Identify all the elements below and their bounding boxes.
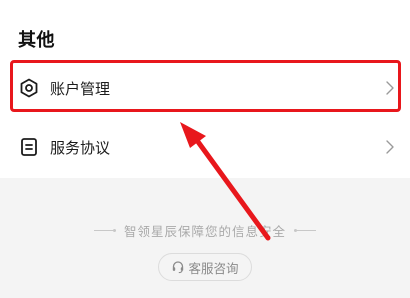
account-management-item[interactable]: 账户管理 <box>0 61 410 115</box>
document-icon <box>21 138 37 156</box>
section-title: 其他 <box>18 30 55 51</box>
decorative-dash <box>294 229 316 232</box>
decorative-dash <box>93 229 116 232</box>
chevron-right-icon <box>386 140 394 154</box>
service-agreement-item[interactable]: 服务协议 <box>0 120 410 174</box>
service-agreement-label: 服务协议 <box>50 138 111 157</box>
customer-service-button[interactable]: 客服咨询 <box>158 253 252 281</box>
headset-icon <box>173 261 184 274</box>
security-tagline: 智领星辰保障您的信息安全 <box>0 221 410 240</box>
security-tagline-text: 智领星辰保障您的信息安全 <box>123 224 286 239</box>
account-management-label: 账户管理 <box>50 79 111 98</box>
chevron-right-icon <box>386 81 394 95</box>
customer-service-label: 客服咨询 <box>188 260 239 276</box>
hexagon-settings-icon <box>20 78 38 98</box>
settings-card: 其他 账户管理 服务协议 <box>0 0 410 178</box>
